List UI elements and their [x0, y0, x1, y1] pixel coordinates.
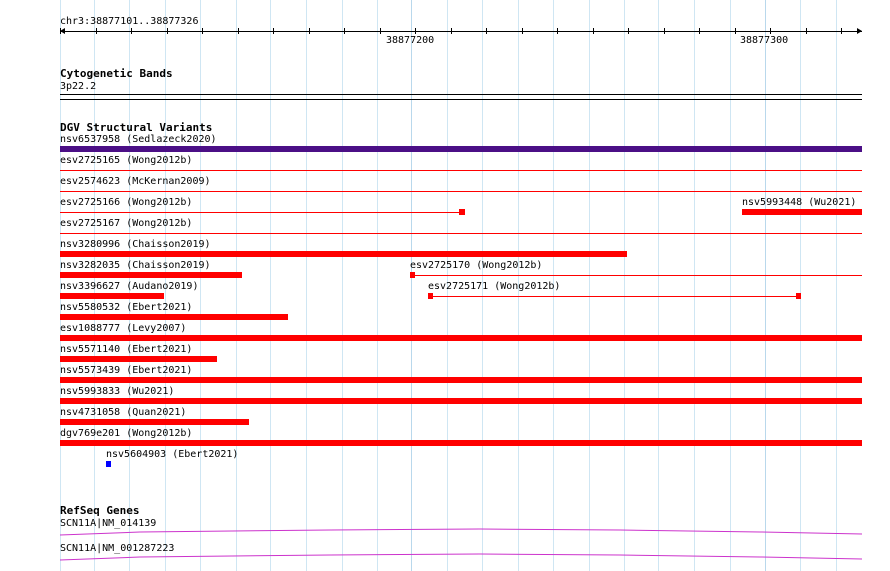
gene-line-nm-014139[interactable] — [59, 528, 863, 536]
gene-models[interactable] — [0, 0, 890, 571]
genome-browser-view: chr3:38877101..38877326 38877200 3887730… — [0, 0, 890, 571]
gene-line-nm-001287223[interactable] — [59, 553, 863, 561]
